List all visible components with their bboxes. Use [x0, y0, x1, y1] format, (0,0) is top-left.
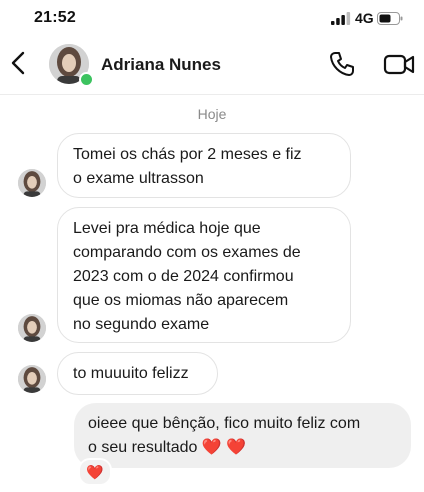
network-type: 4G: [355, 10, 374, 26]
incoming-message[interactable]: Tomei os chás por 2 meses e fiz o exame …: [57, 133, 351, 198]
incoming-message[interactable]: to muuuito felizz: [57, 352, 218, 395]
status-bar: 21:52 4G: [0, 0, 424, 36]
sender-avatar: [18, 169, 46, 197]
contact-name[interactable]: Adriana Nunes: [101, 55, 221, 75]
battery-icon: [377, 12, 403, 25]
status-time: 21:52: [34, 9, 76, 26]
chat-header: Adriana Nunes: [0, 36, 424, 95]
avatar-portrait: [18, 314, 46, 342]
heart-reaction[interactable]: ❤️: [78, 458, 112, 486]
back-icon[interactable]: [8, 48, 30, 78]
day-separator: Hoje: [197, 106, 227, 122]
online-indicator: [79, 72, 94, 87]
sender-avatar: [18, 314, 46, 342]
phone-icon[interactable]: [328, 50, 356, 78]
avatar-portrait: [18, 169, 46, 197]
incoming-message[interactable]: Levei pra médica hoje que comparando com…: [57, 207, 351, 343]
sender-avatar: [18, 365, 46, 393]
outgoing-message[interactable]: oieee que bênção, fico muito feliz com o…: [74, 403, 411, 468]
signal-icon: [331, 12, 351, 25]
avatar-portrait: [18, 365, 46, 393]
video-camera-icon[interactable]: [383, 50, 415, 78]
